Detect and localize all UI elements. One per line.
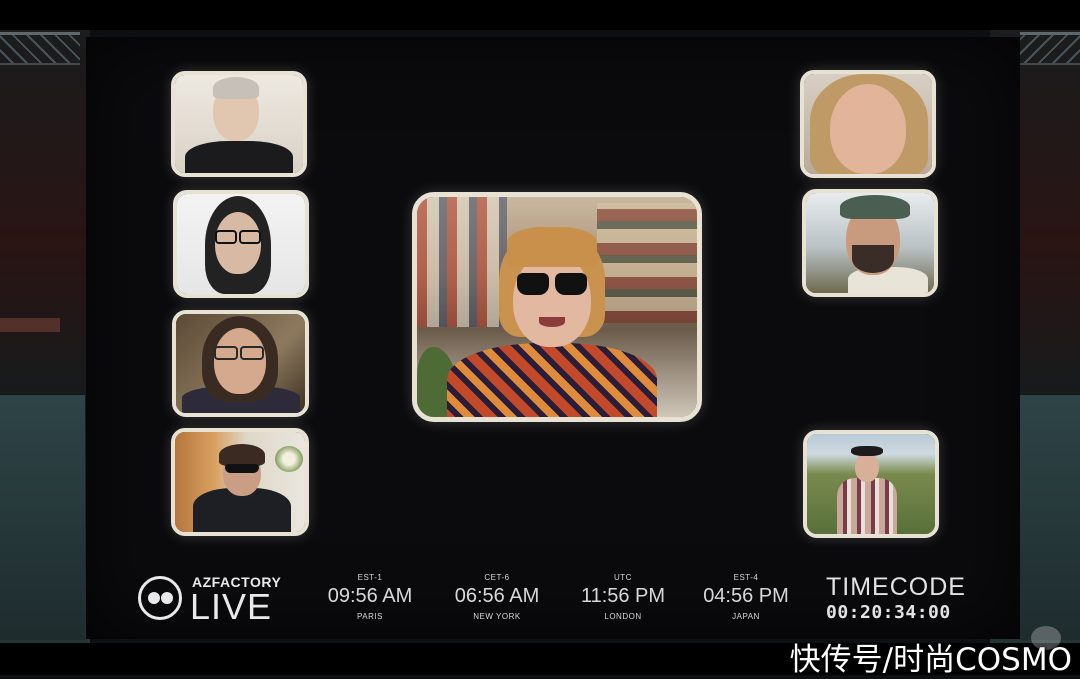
timecode-label: TIMECODE	[826, 573, 966, 601]
clock-japan: EST-4 04:56 PM JAPAN	[686, 573, 806, 621]
clock-city: JAPAN	[732, 612, 760, 621]
watermark-text: 快传号/时尚COSMO	[789, 642, 1072, 678]
clock-zone: EST-4	[733, 573, 759, 582]
hat	[851, 446, 883, 456]
clock-zone: CET-6	[484, 573, 510, 582]
background-artwork	[417, 197, 507, 327]
clock-city: LONDON	[604, 612, 642, 621]
video-tile-left-2[interactable]	[173, 190, 309, 298]
clock-time: 11:56 PM	[580, 585, 666, 607]
flower-bouquet	[275, 446, 303, 472]
video-tile-left-1[interactable]	[171, 71, 307, 177]
stage-floor-right	[1018, 395, 1080, 640]
clock-city: PARIS	[357, 612, 383, 621]
video-tile-right-3[interactable]	[803, 430, 939, 538]
lighting-truss-left	[0, 32, 80, 65]
clock-time: 04:56 PM	[703, 585, 789, 607]
bangs	[507, 227, 597, 267]
video-tile-center[interactable]	[412, 192, 702, 422]
mouth	[539, 317, 565, 327]
video-tile-right-1[interactable]	[800, 70, 936, 178]
clock-paris: EST-1 09:56 AM PARIS	[310, 573, 430, 621]
video-tile-right-2[interactable]	[802, 189, 938, 297]
video-tile-left-3[interactable]	[172, 310, 309, 417]
letterbox-top	[0, 0, 1080, 30]
clock-time: 09:56 AM	[327, 585, 413, 607]
clock-zone: UTC	[614, 573, 632, 582]
beard	[852, 245, 894, 273]
clock-time: 06:56 AM	[454, 585, 540, 607]
stage-sign	[0, 318, 60, 332]
clock-new-york: CET-6 06:56 AM NEW YORK	[437, 573, 557, 621]
stage-floor-left	[0, 395, 85, 640]
clock-london: UTC 11:56 PM LONDON	[563, 573, 683, 621]
clock-city: NEW YORK	[473, 612, 521, 621]
timecode-value: 00:20:34:00	[826, 602, 951, 623]
lighting-truss-right	[1020, 32, 1080, 65]
brand-live: LIVE	[190, 586, 273, 627]
background-artwork	[597, 203, 697, 323]
logo-icon	[138, 576, 182, 620]
video-tile-left-4[interactable]	[171, 428, 309, 536]
clock-zone: EST-1	[357, 573, 383, 582]
